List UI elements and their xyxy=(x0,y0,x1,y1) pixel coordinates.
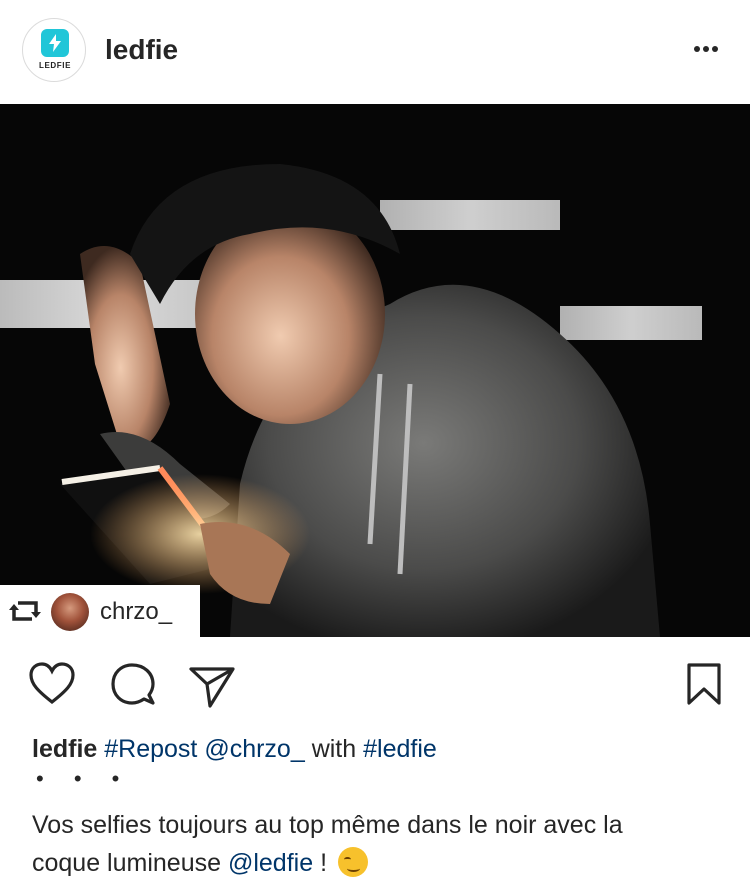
heart-icon[interactable] xyxy=(28,662,76,711)
repost-username[interactable]: chrzo_ xyxy=(100,598,172,626)
post-header: LEDFIE ledfie xyxy=(0,0,750,102)
photo-image xyxy=(0,104,750,637)
repost-tag[interactable]: chrzo_ xyxy=(0,585,200,637)
caption-username[interactable]: ledfie xyxy=(32,735,97,763)
ellipsis-icon[interactable] xyxy=(688,36,724,62)
avatar[interactable]: LEDFIE xyxy=(22,18,86,82)
post-username[interactable]: ledfie xyxy=(105,34,178,66)
hashtag-ledfie[interactable]: #ledfie xyxy=(363,735,437,763)
caption-body: Vos selfies toujours au top même dans le… xyxy=(32,806,732,882)
caption-line-1: Vos selfies toujours au top même dans le… xyxy=(32,811,623,839)
repost-avatar[interactable] xyxy=(51,593,89,631)
bolt-icon xyxy=(41,29,69,57)
caption-line-2-end: ! xyxy=(320,849,328,877)
caption-header: ledfie #Repost @chrzo_ with #ledfie xyxy=(32,733,437,765)
bookmark-icon[interactable] xyxy=(686,662,722,711)
caption-word-with: with xyxy=(311,735,357,763)
hashtag-repost[interactable]: #Repost xyxy=(104,735,197,763)
repost-icon xyxy=(8,597,42,630)
smirk-emoji-icon xyxy=(337,847,368,877)
avatar-brand-label: LEDFIE xyxy=(38,61,72,70)
action-bar xyxy=(0,650,750,720)
comment-icon[interactable] xyxy=(110,662,156,711)
mention-ledfie[interactable]: @ledfie xyxy=(228,849,313,877)
caption-line-2: coque lumineuse @ledfie ! xyxy=(32,844,732,882)
caption-dots: • • • xyxy=(36,766,132,791)
post-photo[interactable]: chrzo_ xyxy=(0,104,750,637)
mention-chrzo[interactable]: @chrzo_ xyxy=(204,735,304,763)
send-icon[interactable] xyxy=(188,662,236,713)
caption-line-2-start: coque lumineuse xyxy=(32,849,222,877)
